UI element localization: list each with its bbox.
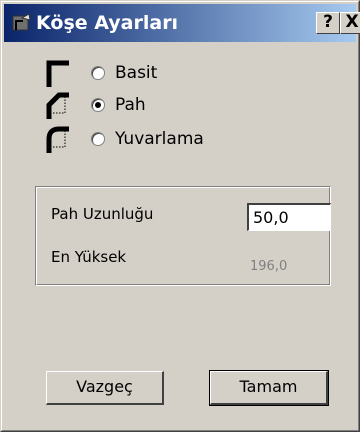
radio-basit[interactable]: [91, 66, 105, 80]
radio-pah[interactable]: [91, 98, 105, 112]
cancel-button[interactable]: Vazgeç: [46, 371, 164, 405]
option-basit[interactable]: Basit: [45, 59, 285, 89]
length-label: Pah Uzunluğu: [51, 205, 154, 223]
app-icon: [12, 13, 31, 31]
window-title: Köşe Ayarları: [36, 12, 179, 34]
length-input[interactable]: [247, 203, 331, 231]
option-yuvarlama[interactable]: Yuvarlama: [45, 125, 285, 155]
corner-settings-dialog: Köşe Ayarları ? X Basit Pah Yuvarlama Pa…: [0, 0, 360, 432]
close-button[interactable]: X: [340, 12, 360, 34]
option-pah-label: Pah: [115, 95, 146, 115]
round-corner-icon: [46, 126, 69, 153]
option-pah[interactable]: Pah: [45, 91, 285, 121]
max-value: 196,0: [250, 259, 288, 274]
square-corner-icon: [46, 60, 69, 87]
option-basit-label: Basit: [115, 63, 158, 83]
radio-selected-dot: [95, 102, 101, 108]
title-bar[interactable]: Köşe Ayarları ? X: [4, 4, 360, 42]
help-button[interactable]: ?: [316, 12, 340, 34]
option-yuvarlama-label: Yuvarlama: [115, 129, 204, 149]
radio-yuvarlama[interactable]: [91, 132, 105, 146]
max-label: En Yüksek: [51, 248, 127, 266]
ok-button[interactable]: Tamam: [209, 370, 329, 406]
chamfer-corner-icon: [46, 92, 69, 119]
